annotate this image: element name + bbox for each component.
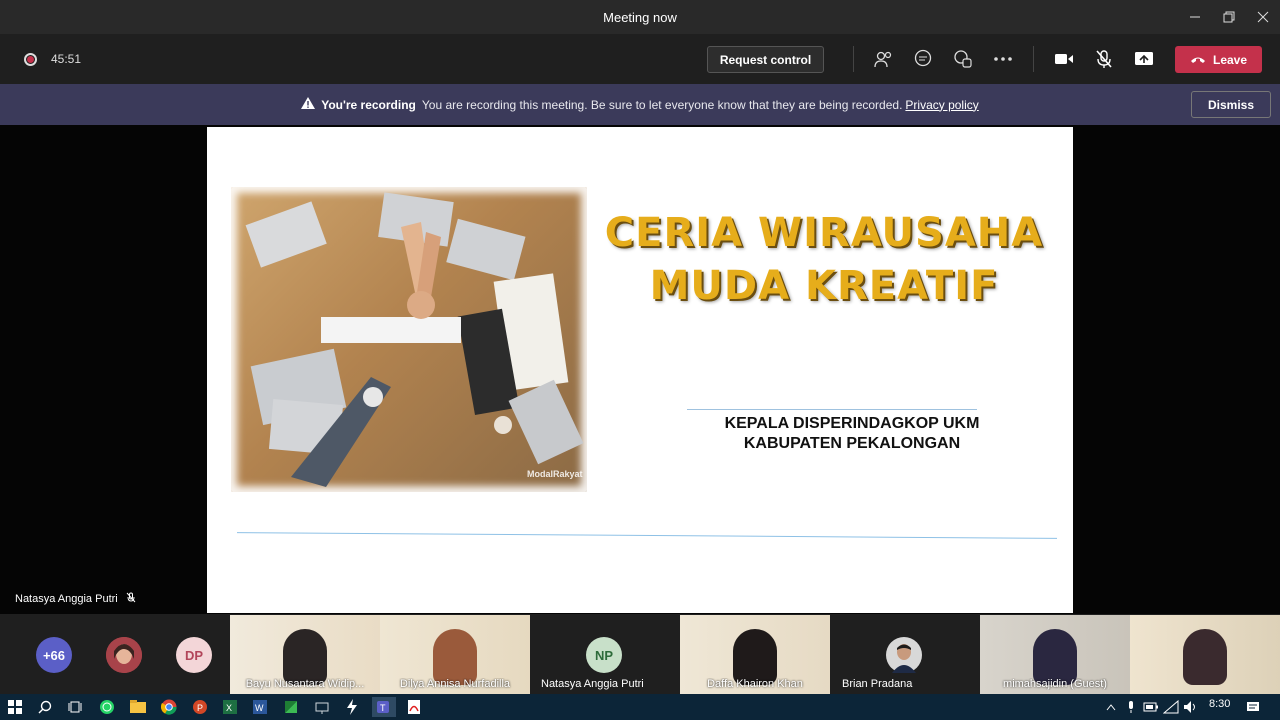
share-screen-icon[interactable]: [1132, 47, 1156, 71]
svg-text:X: X: [226, 703, 232, 713]
participant-video-tile[interactable]: mimahsajidin (Guest): [980, 615, 1130, 694]
privacy-policy-link[interactable]: Privacy policy: [905, 98, 978, 112]
participant-name: Brian Pradana: [842, 678, 913, 690]
slide-photo: [231, 187, 587, 492]
active-speaker-name: Natasya Anggia Putri: [15, 593, 118, 605]
recording-banner-message: You are recording this meeting. Be sure …: [421, 97, 903, 112]
network-app-icon[interactable]: [312, 697, 332, 717]
participant-name: Natasya Anggia Putri: [541, 678, 644, 690]
search-icon[interactable]: [35, 697, 55, 717]
volume-icon[interactable]: [1181, 697, 1201, 717]
slide-subtitle-line1: KEPALA DISPERINDAGKOP UKM: [724, 415, 980, 432]
file-explorer-icon[interactable]: [128, 697, 148, 717]
participant-name: mimahsajidin (Guest): [1003, 678, 1107, 690]
word-icon[interactable]: W: [250, 697, 270, 717]
toolbar-divider: [1033, 46, 1034, 72]
chat-icon[interactable]: [911, 47, 935, 71]
bolt-app-icon[interactable]: [342, 697, 362, 717]
wifi-icon[interactable]: [1161, 697, 1181, 717]
teams-icon[interactable]: T: [372, 697, 396, 717]
meeting-toolbar: 45:51 Request control Leave: [0, 34, 1280, 84]
os-taskbar: P X W T 8:30: [0, 694, 1280, 720]
taskbar-clock[interactable]: 8:30: [1209, 698, 1230, 710]
window-controls: [1178, 0, 1280, 34]
restore-icon[interactable]: [1212, 0, 1246, 34]
svg-text:P: P: [197, 703, 203, 713]
tray-chevron-icon[interactable]: [1101, 697, 1121, 717]
shared-content-stage: ModalRakyat CERIA WIRAUSAHA MUDA KREATIF…: [0, 125, 1280, 614]
participant-strip: +66 DP Bayu Nusantara Widip... Dilya Ann…: [0, 614, 1280, 694]
slide-subtitle-line2: KABUPATEN PEKALONGAN: [743, 435, 961, 452]
more-actions-icon[interactable]: [991, 47, 1015, 71]
avatar-initials[interactable]: NP: [586, 637, 622, 673]
window-title: Meeting now: [603, 9, 677, 25]
pdf-reader-icon[interactable]: [404, 697, 424, 717]
slide-watermark: ModalRakyat: [527, 469, 583, 479]
avatar-initials[interactable]: DP: [176, 637, 212, 673]
reactions-icon[interactable]: [951, 47, 975, 71]
recording-banner: You're recording You are recording this …: [0, 84, 1280, 125]
warning-icon: [301, 97, 316, 112]
windows-start-icon[interactable]: [5, 697, 25, 717]
request-control-button[interactable]: Request control: [707, 46, 824, 73]
leave-label: Leave: [1212, 52, 1248, 67]
avatar[interactable]: [886, 637, 922, 673]
microphone-muted-icon[interactable]: [1092, 47, 1116, 71]
chrome-icon[interactable]: [159, 697, 179, 717]
participant-name: Bayu Nusantara Widip...: [245, 678, 365, 690]
battery-icon[interactable]: [1141, 697, 1161, 717]
more-participants-badge[interactable]: +66: [36, 637, 72, 673]
powerpoint-icon[interactable]: P: [190, 697, 210, 717]
participant-video-tile[interactable]: Bayu Nusantara Widip...: [230, 615, 380, 694]
notifications-icon[interactable]: [1243, 697, 1263, 717]
slide-title-line1: CERIA WIRAUSAHA: [604, 210, 1044, 256]
presentation-slide: ModalRakyat CERIA WIRAUSAHA MUDA KREATIF…: [207, 127, 1073, 613]
participant-name: Daffa Khairon Khan: [707, 678, 803, 690]
participant-video-tile[interactable]: Dilya Annisa Nurfadilla: [380, 615, 530, 694]
avatar[interactable]: [106, 637, 142, 673]
meeting-timer: 45:51: [51, 52, 82, 66]
tray-mic-icon[interactable]: [1121, 697, 1141, 717]
active-speaker-label: Natasya Anggia Putri: [15, 592, 136, 606]
phone-hangup-icon: [1190, 53, 1206, 67]
dismiss-button[interactable]: Dismiss: [1191, 91, 1271, 118]
close-icon[interactable]: [1246, 0, 1280, 34]
svg-text:W: W: [255, 703, 264, 713]
slide-title-line2: MUDA KREATIF: [649, 263, 999, 309]
slide-divider: [687, 409, 977, 410]
whatsapp-icon[interactable]: [97, 697, 117, 717]
task-view-icon[interactable]: [65, 697, 85, 717]
participant-video-tile[interactable]: Daffa Khairon Khan: [680, 615, 830, 694]
slide-bottom-line: [237, 532, 1057, 539]
svg-text:T: T: [380, 703, 386, 713]
toolbar-divider: [853, 46, 854, 72]
leave-button[interactable]: Leave: [1175, 46, 1262, 73]
mic-muted-icon: [126, 592, 136, 606]
participant-video-tile[interactable]: [1130, 615, 1280, 694]
recording-banner-title: You're recording: [321, 97, 416, 112]
recording-indicator-icon: [24, 53, 37, 66]
app-icon[interactable]: [281, 697, 301, 717]
excel-icon[interactable]: X: [220, 697, 240, 717]
participants-icon[interactable]: [871, 47, 895, 71]
camera-icon[interactable]: [1052, 47, 1076, 71]
window-titlebar: Meeting now: [0, 0, 1280, 34]
minimize-icon[interactable]: [1178, 0, 1212, 34]
participant-name: Dilya Annisa Nurfadilla: [399, 678, 511, 690]
